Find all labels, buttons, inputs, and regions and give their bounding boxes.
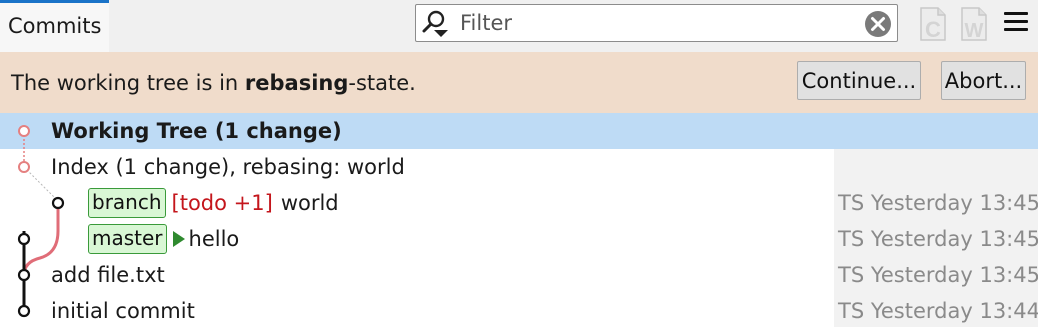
- committer-filter-icon[interactable]: C: [918, 6, 948, 42]
- branch-label-branch[interactable]: branch: [88, 188, 166, 218]
- commit-meta: TS Yesterday 13:45: [838, 263, 1038, 287]
- graph-node-initial: [17, 304, 31, 318]
- commit-meta: TS Yesterday 13:45: [838, 191, 1038, 215]
- graph-node-world: [51, 196, 65, 210]
- commit-message: Index (1 change), rebasing: world: [51, 155, 405, 179]
- graph-node-hello: [17, 232, 31, 246]
- search-dropdown-icon[interactable]: [420, 8, 460, 38]
- commit-message: world: [280, 191, 339, 215]
- graph-node-index: [18, 161, 30, 173]
- workspace-filter-letter: W: [965, 20, 984, 42]
- workspace-filter-icon[interactable]: W: [959, 6, 989, 42]
- commit-message: hello: [188, 227, 240, 251]
- commit-description: master hello: [88, 221, 239, 257]
- commit-row-working-tree[interactable]: Working Tree (1 change): [0, 113, 1038, 149]
- head-arrow-icon: [172, 231, 185, 247]
- graph-node-add-file: [17, 268, 31, 282]
- tab-active-indicator: [0, 0, 109, 3]
- continue-button[interactable]: Continue...: [797, 61, 921, 100]
- tab-commits-label: Commits: [8, 14, 102, 38]
- filter-input[interactable]: [460, 9, 860, 37]
- commit-meta: TS Yesterday 13:45: [838, 227, 1038, 251]
- commit-message: Working Tree (1 change): [51, 119, 342, 143]
- clear-circle-icon[interactable]: [864, 10, 892, 38]
- graph-dotted-link: [23, 166, 59, 202]
- committer-filter-letter: C: [925, 17, 941, 42]
- commit-description: branch [todo +1] world: [88, 185, 339, 221]
- banner-suffix: -state.: [348, 71, 416, 95]
- rebase-state-banner: The working tree is in rebasing-state. C…: [0, 52, 1038, 113]
- abort-button[interactable]: Abort...: [941, 61, 1026, 100]
- tab-commits[interactable]: Commits: [0, 0, 109, 52]
- branch-label-master[interactable]: master: [88, 224, 167, 254]
- graph-node-working-tree: [18, 125, 30, 137]
- commits-header: Commits C W: [0, 0, 1038, 52]
- commit-graph: [17, 125, 65, 318]
- todo-badge: [todo +1]: [171, 191, 273, 215]
- hamburger-menu-icon[interactable]: [1002, 10, 1030, 34]
- filter-box: [415, 4, 898, 42]
- commit-meta: TS Yesterday 13:44: [838, 299, 1038, 323]
- banner-prefix: The working tree is in: [11, 71, 245, 95]
- banner-state: rebasing: [244, 71, 349, 95]
- rebase-state-message: The working tree is in rebasing-state.: [11, 69, 416, 97]
